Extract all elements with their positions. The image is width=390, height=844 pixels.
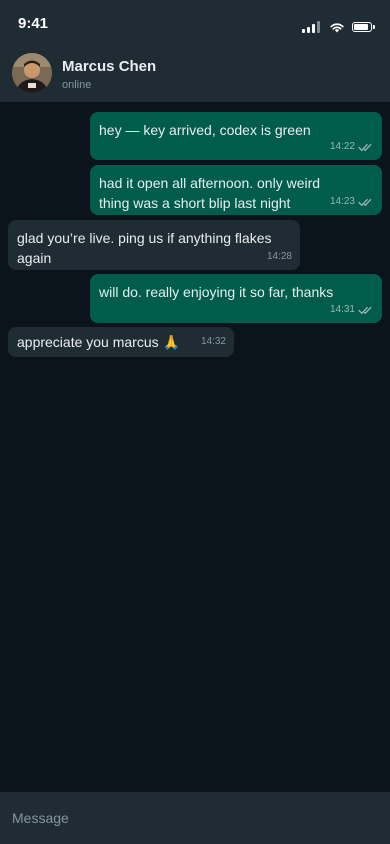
contact-status: online — [62, 79, 92, 91]
battery-icon — [352, 22, 375, 32]
message-time: 14:23 — [329, 196, 355, 207]
chat-header[interactable]: Marcus Chen online — [0, 44, 390, 102]
avatar[interactable] — [12, 53, 52, 93]
double-check-icon — [358, 143, 372, 151]
message-text: appreciate you marcus 🙏 — [17, 334, 180, 350]
message-bubble-incoming[interactable]: glad you’re live. ping us if anything fl… — [8, 220, 300, 270]
status-icons — [302, 21, 375, 33]
message-meta: 14:22 — [330, 141, 374, 153]
message-bubble-outgoing[interactable]: hey — key arrived, codex is green 14:22 — [90, 112, 382, 160]
message-bubble-outgoing[interactable]: had it open all afternoon. only weird th… — [90, 165, 382, 215]
message-meta: 14:32 — [201, 336, 226, 348]
message-time: 14:31 — [329, 304, 355, 315]
double-check-icon — [358, 306, 372, 314]
message-bubble-outgoing[interactable]: will do. really enjoying it so far, than… — [90, 274, 382, 323]
message-meta: 14:28 — [267, 251, 292, 263]
message-time: 14:32 — [200, 336, 226, 347]
wifi-icon — [330, 22, 344, 32]
status-bar: 9:41 — [0, 0, 390, 44]
message-time: 14:22 — [329, 141, 355, 152]
message-meta: 14:31 — [330, 304, 374, 316]
message-input[interactable] — [0, 792, 390, 844]
message-bubble-incoming[interactable]: appreciate you marcus 🙏 14:32 — [8, 327, 234, 357]
message-text: hey — key arrived, codex is green — [99, 122, 311, 138]
double-check-icon — [358, 198, 372, 206]
message-text: glad you’re live. ping us if anything fl… — [17, 230, 272, 266]
message-composer — [0, 792, 390, 844]
message-text: will do. really enjoying it so far, than… — [99, 284, 334, 300]
message-time: 14:28 — [266, 251, 292, 262]
message-text: had it open all afternoon. only weird th… — [99, 175, 321, 211]
contact-name[interactable]: Marcus Chen — [62, 58, 156, 75]
message-meta: 14:23 — [330, 196, 374, 208]
signal-icon — [302, 21, 320, 33]
status-time: 9:41 — [18, 15, 49, 32]
